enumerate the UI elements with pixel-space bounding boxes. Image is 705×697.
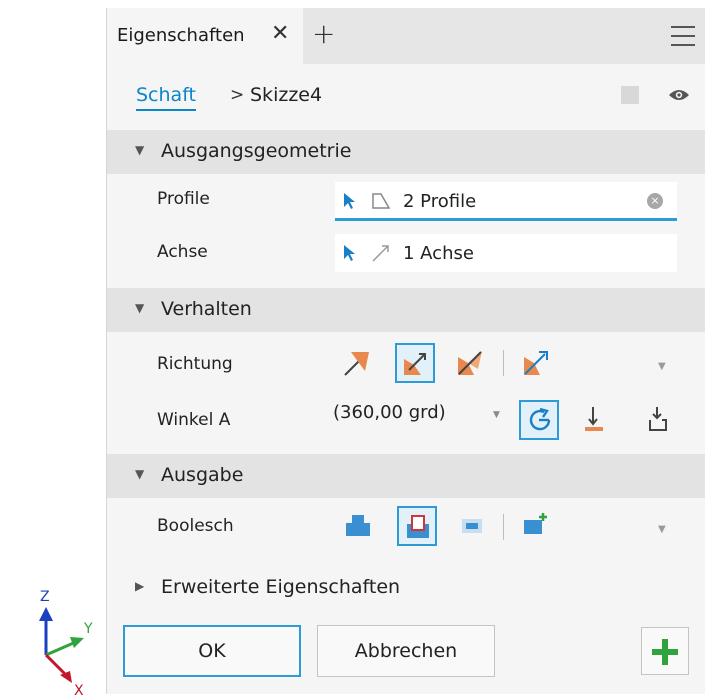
triad-x-label: X [74,683,84,697]
breadcrumb: Schaft > Skizze4 [107,64,705,128]
direction-default-button[interactable] [337,343,377,383]
section-erweiterte-eigenschaften[interactable]: ▶ Erweiterte Eigenschaften [107,566,705,610]
clear-icon[interactable]: × [647,193,663,209]
collapsed-arrow-icon: ▶ [135,579,145,593]
direction-flipped-button[interactable] [395,343,435,383]
axis-line-icon [372,245,389,262]
properties-panel: Eigenschaften ✕ + Schaft > Skizze4 ▼ Aus… [106,8,705,694]
expand-arrow-icon: ▼ [135,467,145,481]
add-tab-icon[interactable]: + [312,17,335,50]
tab-label: Eigenschaften [117,25,245,46]
direction-label: Richtung [157,354,233,374]
angle-dropdown-arrow[interactable]: ▼ [493,410,500,420]
profile-label: Profile [157,189,210,209]
section-ausgabe[interactable]: ▼ Ausgabe [107,454,705,498]
profile-value: 2 Profile [403,191,477,212]
angle-to-button[interactable] [577,400,617,440]
select-pointer-icon [344,193,355,209]
boolean-label: Boolesch [157,516,234,536]
section-title: Ausgangsgeometrie [161,140,352,162]
view-triad-icon: Z Y X [39,589,93,697]
section-ausgangsgeometrie[interactable]: ▼ Ausgangsgeometrie [107,130,705,174]
section-title: Erweiterte Eigenschaften [161,576,401,598]
expand-arrow-icon: ▼ [135,301,145,315]
toolbar-divider [503,350,504,376]
angle-full-button[interactable] [519,400,559,440]
ok-button[interactable]: OK [123,625,301,677]
boolean-join-button[interactable] [339,506,379,546]
preset-icon[interactable] [621,86,639,104]
direction-dropdown-arrow[interactable]: ▼ [658,361,666,372]
breadcrumb-current: Skizze4 [250,84,323,106]
tab-properties[interactable]: Eigenschaften ✕ [107,8,303,64]
close-icon[interactable]: ✕ [271,21,289,46]
axis-label: Achse [157,242,208,262]
expand-arrow-icon: ▼ [135,143,145,157]
section-title: Ausgabe [161,464,244,486]
profile-selector[interactable]: 2 Profile × [335,182,677,221]
angle-between-button[interactable] [641,400,681,440]
boolean-intersect-button[interactable] [453,506,493,546]
select-pointer-icon [344,245,355,261]
direction-symmetric-button[interactable] [450,343,490,383]
eye-icon[interactable] [668,88,690,102]
angle-value[interactable]: (360,00 grd) [333,402,446,423]
plus-icon[interactable] [641,627,689,675]
boolean-new-solid-button[interactable] [517,506,557,546]
breadcrumb-separator: > [230,85,245,105]
cancel-button[interactable]: Abbrechen [317,625,495,677]
axis-selector[interactable]: 1 Achse [335,234,677,272]
breadcrumb-parent[interactable]: Schaft [136,84,196,111]
axis-value: 1 Achse [403,243,474,264]
angle-label: Winkel A [157,410,231,430]
profile-region-icon [372,193,391,209]
tab-bar: Eigenschaften ✕ + [107,8,705,64]
toolbar-divider [503,514,504,540]
section-verhalten[interactable]: ▼ Verhalten [107,288,705,332]
menu-icon[interactable] [671,26,695,46]
section-title: Verhalten [161,298,252,320]
direction-asymmetric-button[interactable] [516,343,556,383]
boolean-cut-button[interactable] [397,506,437,546]
triad-y-label: Y [83,621,93,637]
boolean-dropdown-arrow[interactable]: ▼ [658,524,666,535]
triad-z-label: Z [40,589,50,605]
